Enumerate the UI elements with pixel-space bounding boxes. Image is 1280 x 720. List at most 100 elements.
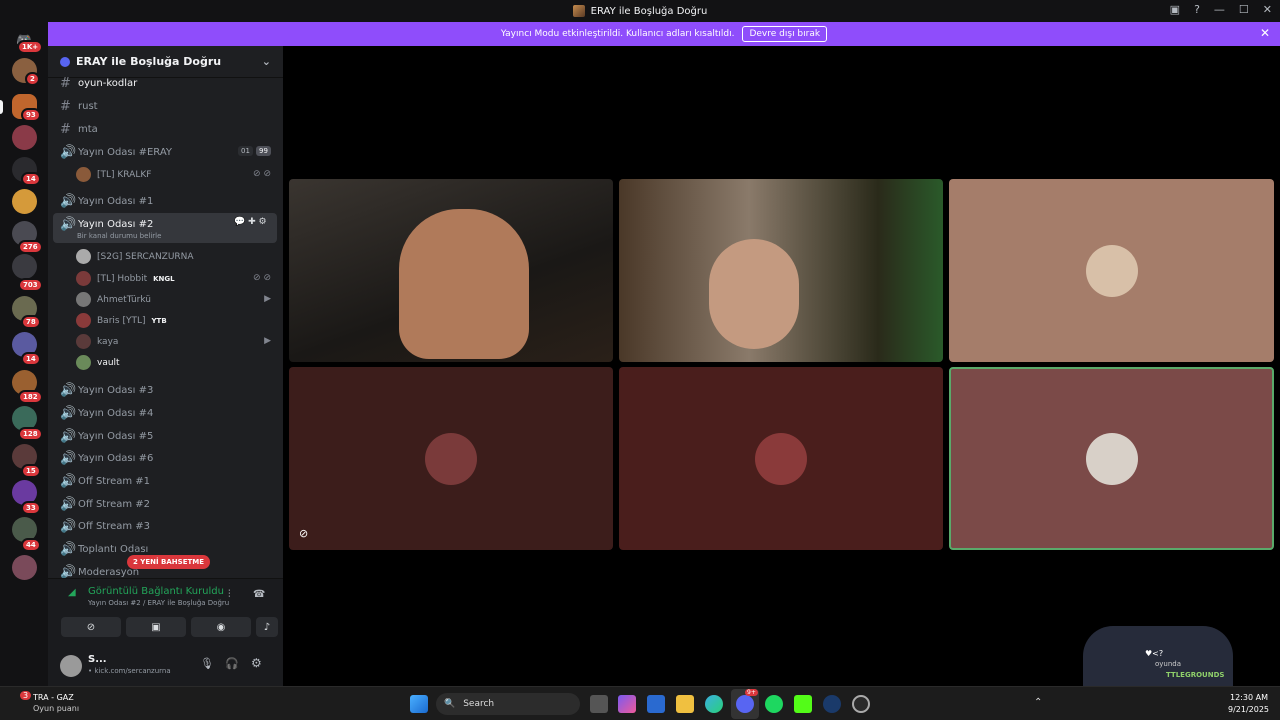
voice-user[interactable]: vault [76,355,120,370]
camera-off-button[interactable]: ⊘ [61,617,121,637]
channel-voice[interactable]: 🔊 Yayın Odası #3 [60,383,153,398]
server-badge: 182 [18,390,43,404]
channel-text[interactable]: # mta [60,122,98,137]
avatar [76,292,91,307]
signal-icon[interactable]: ◢ [68,587,76,598]
channel-voice[interactable]: 🔊 Off Stream #1 [60,474,150,489]
speaker-icon: 🔊 [60,497,77,512]
channel-actions-icons[interactable]: 💬 ✚ ⚙ [234,217,267,227]
spotify-icon[interactable] [765,695,783,713]
channel-voice[interactable]: 🔊 Yayın Odası #6 [60,451,153,466]
settings-gear-icon[interactable]: ⚙ [251,656,262,670]
muted-icons: ⊘ ⊘ [253,273,271,283]
soundboard-button[interactable]: ♪ [256,617,278,637]
server-icon[interactable] [12,189,37,214]
voice-location[interactable]: Yayın Odası #2 / ERAY ile Boşluğa Doğru [88,599,229,607]
video-tile[interactable] [619,367,943,550]
server-badge: 128 [18,427,43,441]
screen-share-button[interactable]: ▣ [126,617,186,637]
widget-title[interactable]: TRA - GAZ [33,693,74,702]
voice-user[interactable]: [S2G] SERCANZURNA [76,249,194,264]
voice-panel: ◢ Görüntülü Bağlantı Kuruldu Yayın Odası… [48,578,283,686]
inbox-icon[interactable]: ▣ [1170,3,1180,16]
server-icon[interactable] [12,125,37,150]
speaker-icon: 🔊 [60,145,77,160]
tray-chevron-icon[interactable]: ⌃ [1034,697,1042,708]
noise-suppression-icon[interactable]: ⫶ [228,589,231,600]
obs-icon[interactable] [852,695,870,713]
store-icon[interactable] [647,695,665,713]
activity-button[interactable]: ◉ [191,617,251,637]
channel-voice[interactable]: 🔊 Yayın Odası #ERAY [60,145,172,160]
server-rail: 🎮 1K+ 2 93 14 276 703 78 14 182 128 15 3… [0,22,48,686]
channel-text[interactable]: # rust [60,99,98,114]
avatar [76,167,91,182]
task-view-icon[interactable] [590,695,608,713]
user-limit-current: 01 [238,146,253,156]
clock-date[interactable]: 9/21/2025 [1228,705,1269,714]
avatar [76,355,91,370]
windows-start-icon[interactable] [410,695,428,713]
home-badge: 1K+ [17,40,44,54]
voice-user[interactable]: Baris [YTL] YTB [76,313,167,328]
channel-label: Off Stream #1 [78,476,151,487]
channel-voice[interactable]: 🔊 Yayın Odası #5 [60,429,153,444]
voice-user-name: [TL] KRALKF [97,169,152,180]
minimize-icon[interactable]: — [1214,3,1225,16]
channel-text[interactable]: # oyun-kodlar [60,76,137,91]
taskbar-search[interactable]: 🔍 Search [436,693,580,715]
video-tile[interactable] [619,179,943,362]
voice-user[interactable]: [TL] KRALKF [76,167,151,182]
disable-streamer-mode-button[interactable]: Devre dışı bırak [742,26,828,42]
channel-label: Yayın Odası #3 [78,385,154,396]
clock-time[interactable]: 12:30 AM [1230,693,1268,702]
channel-voice-active[interactable]: 🔊 Yayın Odası #2 [60,217,153,232]
video-tile[interactable]: ⊘ [289,367,613,550]
maximize-icon[interactable]: ☐ [1239,3,1249,16]
video-grid: ⊘ ♥<? oyunda TTLEGROUNDS [283,46,1280,686]
server-badge: 78 [21,315,41,329]
user-avatar[interactable] [60,655,82,677]
server-folder-icon[interactable] [12,555,37,580]
server-badge: 44 [21,538,41,552]
server-badge-icon [60,56,70,67]
voice-user[interactable]: kaya [76,334,118,349]
kick-icon[interactable] [794,695,812,713]
discord-icon[interactable] [736,695,754,713]
speaker-icon: 🔊 [60,451,77,466]
voice-user[interactable]: AhmetTürkü [76,292,151,307]
disconnect-icon[interactable]: ☎ [253,589,265,600]
server-header[interactable]: ERAY ile Boşluğa Doğru ⌄ [48,46,283,78]
microphone-icon[interactable]: 🎙 [200,657,214,670]
voice-user[interactable]: [TL] Hobbit KNGL [76,271,175,286]
channel-voice[interactable]: 🔊 Off Stream #2 [60,497,150,512]
video-tile[interactable] [289,179,613,362]
overlay-line3: TTLEGROUNDS [1166,671,1225,679]
channel-label: Off Stream #2 [78,499,151,510]
server-badge: 276 [18,240,43,254]
video-icon: ▶ [264,336,271,346]
avatar [76,334,91,349]
participant-avatar [1085,432,1138,485]
video-tile[interactable] [949,179,1274,362]
edge-icon[interactable] [705,695,723,713]
channel-voice[interactable]: 🔊 Yayın Odası #1 [60,194,153,209]
new-mentions-pill[interactable]: 2 YENİ BAHSETME [127,555,211,569]
channel-voice[interactable]: 🔊 Yayın Odası #4 [60,406,153,421]
copilot-icon[interactable] [618,695,636,713]
user-limit-max: 99 [256,146,271,156]
steam-icon[interactable] [823,695,841,713]
video-tile-speaking[interactable] [949,367,1274,550]
headphones-icon[interactable]: 🎧 [225,657,239,670]
close-banner-icon[interactable]: ✕ [1260,26,1270,40]
channel-voice[interactable]: 🔊 Off Stream #3 [60,519,150,534]
file-explorer-icon[interactable] [676,695,694,713]
close-window-icon[interactable]: ✕ [1263,3,1272,16]
server-folder-icon[interactable] [12,254,37,279]
channel-label: Yayın Odası #5 [78,431,154,442]
overlay-line2: oyunda [1155,660,1182,668]
windows-taskbar: 3 TRA - GAZ Oyun puanı 🔍 Search 9+ ⌃ 12:3… [0,686,1280,720]
chevron-down-icon[interactable]: ⌄ [262,55,271,68]
channel-status[interactable]: Bir kanal durumu belirle [77,232,161,240]
help-icon[interactable]: ? [1194,3,1200,16]
